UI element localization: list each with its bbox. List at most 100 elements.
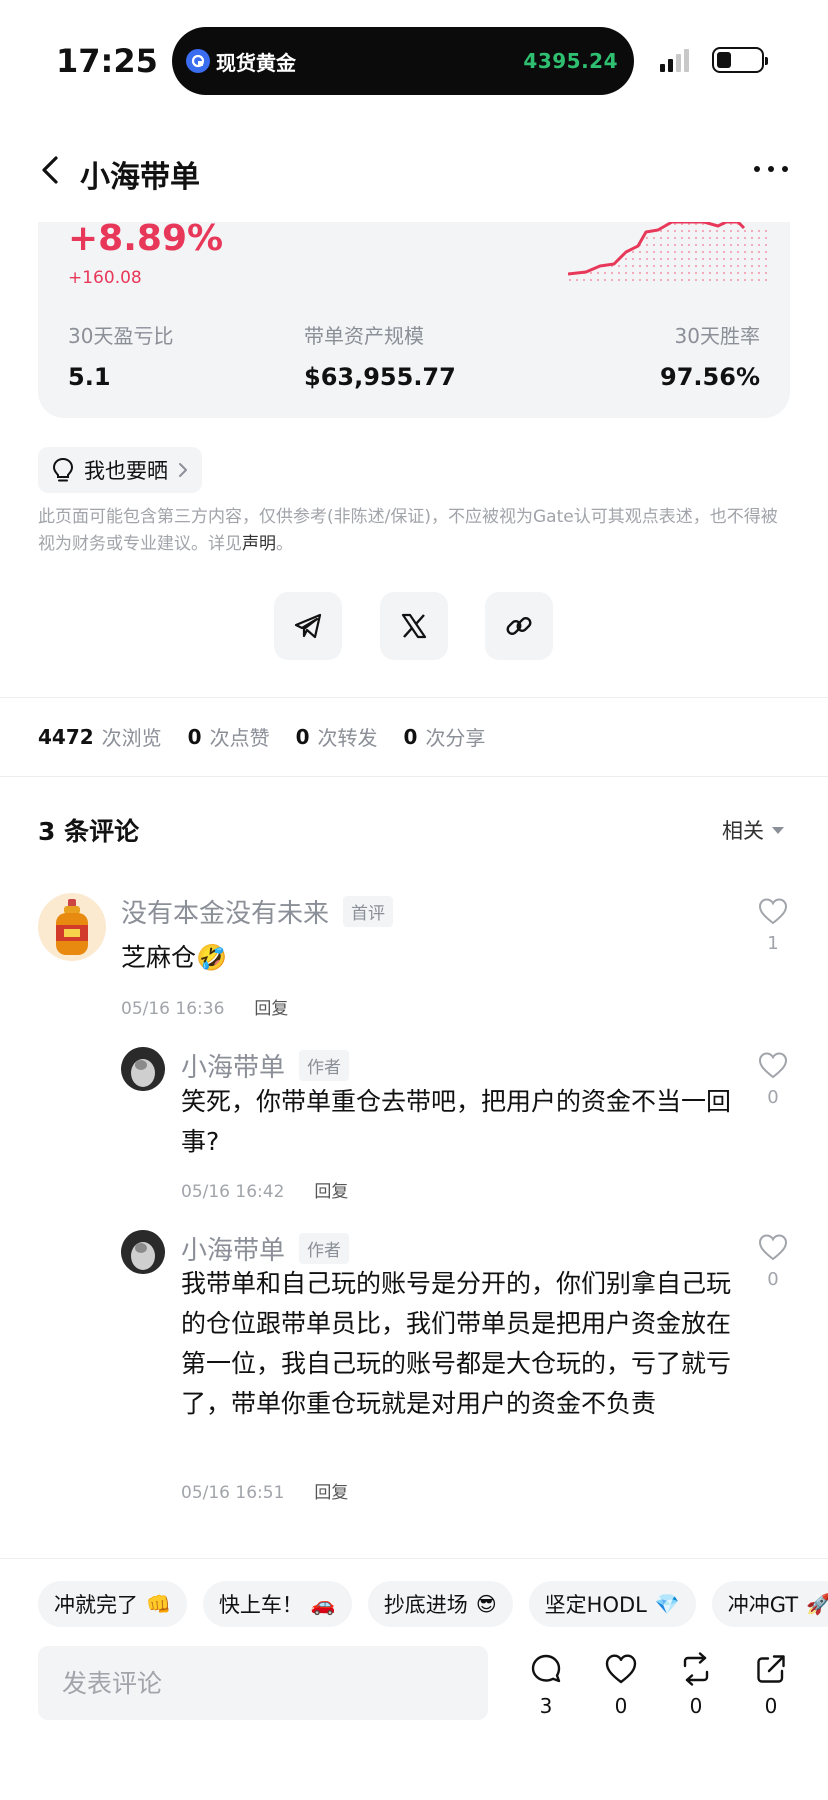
comment-like-button[interactable]: 0: [755, 1051, 791, 1108]
avatar[interactable]: [38, 893, 106, 961]
quick-reply-chip[interactable]: 坚定HODL 💎: [528, 1581, 696, 1627]
heart-icon: [758, 1052, 788, 1079]
share-tag-label: 我也要晒: [84, 459, 168, 483]
lightbulb-icon: [52, 457, 74, 482]
comment-sort-select[interactable]: 相关: [722, 815, 784, 845]
link-icon: [506, 617, 532, 635]
trader-stats-card[interactable]: +8.89% +160.08 30天盈亏比 5.1 带单资产规模 $63,955…: [38, 222, 790, 418]
comment-author[interactable]: 没有本金没有未来 首评: [121, 893, 394, 930]
chevron-right-icon: [179, 463, 187, 477]
action-count: 0: [764, 1694, 778, 1718]
island-price: 4395.24: [523, 49, 618, 73]
chip-emoji: 👊: [146, 1592, 171, 1616]
comment-text: 笑死，你带单重仓去带吧，把用户的资金不当一回事?: [181, 1087, 732, 1156]
comment-input[interactable]: [38, 1646, 488, 1720]
share-x-button[interactable]: [380, 592, 448, 660]
quick-reply-chip[interactable]: 冲就完了 👊: [38, 1581, 187, 1627]
divider: [0, 1558, 828, 1559]
reply-button[interactable]: 回复: [314, 1483, 348, 1503]
reposts-count: 0: [295, 724, 310, 749]
action-count: 0: [689, 1694, 703, 1718]
views-count: 4472: [38, 724, 94, 749]
like-count: 1: [767, 933, 779, 954]
disclaimer-link[interactable]: 声明: [242, 534, 276, 554]
likes-label: 次点赞: [209, 726, 270, 750]
pnl-percent: +8.89%: [68, 222, 224, 259]
metric-pnl-ratio: 30天盈亏比 5.1: [68, 320, 173, 391]
author-badge: 作者: [299, 1233, 350, 1264]
author-name: 没有本金没有未来: [121, 899, 330, 929]
disclaimer: 此页面可能包含第三方内容，仅供参考(非陈述/保证)，不应被视为Gate认可其观点…: [38, 504, 790, 558]
engagement-counts: 4472 次浏览 0 次点赞 0 次转发 0 次分享: [38, 722, 511, 751]
divider: [0, 776, 828, 777]
chip-emoji: 💎: [654, 1592, 680, 1616]
share-my-pnl-button[interactable]: 我也要晒: [38, 447, 202, 493]
nav-header: 小海带单: [0, 130, 828, 210]
comment-time: 05/16 16:42: [181, 1182, 285, 1202]
metric-label: 30天盈亏比: [68, 324, 174, 348]
quick-reply-chip[interactable]: 抄底进场 😎: [367, 1581, 513, 1627]
island-title: 现货黄金: [216, 50, 296, 75]
metric-label: 带单资产规模: [304, 324, 424, 348]
comment-like-button[interactable]: 1: [755, 897, 791, 954]
copy-link-button[interactable]: [485, 592, 553, 660]
share-icon: [757, 1655, 785, 1683]
gate-logo-icon: [186, 49, 210, 73]
disclaimer-end: 。: [276, 534, 293, 554]
chip-label: 抄底进场: [383, 1593, 468, 1617]
signal-icon: [660, 48, 689, 72]
chip-emoji: 🚀: [806, 1592, 828, 1616]
comment-time: 05/16 16:51: [181, 1483, 285, 1503]
author-badge: 首评: [343, 896, 394, 927]
avatar[interactable]: [121, 1047, 165, 1091]
likes-count: 0: [187, 724, 202, 749]
battery-icon: [712, 47, 768, 73]
comment-meta: 05/16 16:36 回复: [121, 994, 288, 1019]
heart-icon: [758, 1234, 788, 1261]
sort-label: 相关: [722, 819, 764, 843]
chip-label: 坚定HODL: [544, 1593, 647, 1617]
metric-aum: 带单资产规模 $63,955.77: [304, 320, 456, 391]
reposts-label: 次转发: [317, 726, 378, 750]
views-label: 次浏览: [101, 726, 162, 750]
shares-count: 0: [403, 724, 418, 749]
metric-label: 30天胜率: [674, 324, 760, 348]
comments-title: 3 条评论: [38, 817, 140, 846]
quick-reply-chip[interactable]: 快上车！ 🚗: [202, 1581, 352, 1627]
comment-author[interactable]: 小海带单 作者: [181, 1230, 350, 1267]
comments-action-button[interactable]: 3: [521, 1652, 571, 1718]
like-count: 0: [767, 1087, 779, 1108]
user-avatar-icon: [121, 1047, 165, 1091]
bottle-avatar-icon: [56, 899, 88, 955]
like-count: 0: [767, 1269, 779, 1290]
comment-text: 我带单和自己玩的账号是分开的，你们别拿自己玩的仓位跟带单员比，我们带单员是把用户…: [181, 1269, 732, 1418]
chip-label: 冲就完了: [54, 1593, 138, 1617]
repost-icon: [683, 1652, 709, 1686]
heart-icon: [605, 1654, 637, 1684]
reply-button[interactable]: 回复: [314, 1182, 348, 1202]
metric-value: 97.56%: [660, 363, 760, 391]
divider: [0, 697, 828, 698]
x-icon: [401, 613, 427, 639]
quick-reply-chip[interactable]: 冲冲GT 🚀: [711, 1581, 828, 1627]
comment-meta: 05/16 16:42 回复: [181, 1177, 348, 1202]
comment-time: 05/16 16:36: [121, 999, 225, 1019]
repost-action-button[interactable]: 0: [671, 1652, 721, 1718]
more-options-icon[interactable]: [754, 166, 788, 172]
metric-value: $63,955.77: [304, 363, 456, 391]
live-activity-island[interactable]: 现货黄金 4395.24: [172, 27, 634, 95]
action-count: 0: [614, 1694, 628, 1718]
reply-button[interactable]: 回复: [254, 999, 288, 1019]
comment-like-button[interactable]: 0: [755, 1233, 791, 1290]
status-time: 17:25: [56, 42, 158, 80]
share-telegram-button[interactable]: [274, 592, 342, 660]
quick-reply-chips: 冲就完了 👊 快上车！ 🚗 抄底进场 😎 坚定HODL 💎 冲冲GT 🚀: [38, 1581, 828, 1627]
back-arrow-icon[interactable]: [34, 150, 68, 190]
metric-value: 5.1: [68, 363, 111, 391]
status-bar: 17:25 现货黄金 4395.24: [0, 0, 828, 110]
avatar[interactable]: [121, 1230, 165, 1274]
comment-author[interactable]: 小海带单 作者: [181, 1047, 350, 1084]
chip-label: 快上车！: [218, 1593, 303, 1617]
share-action-button[interactable]: 0: [746, 1652, 796, 1718]
like-action-button[interactable]: 0: [596, 1652, 646, 1718]
